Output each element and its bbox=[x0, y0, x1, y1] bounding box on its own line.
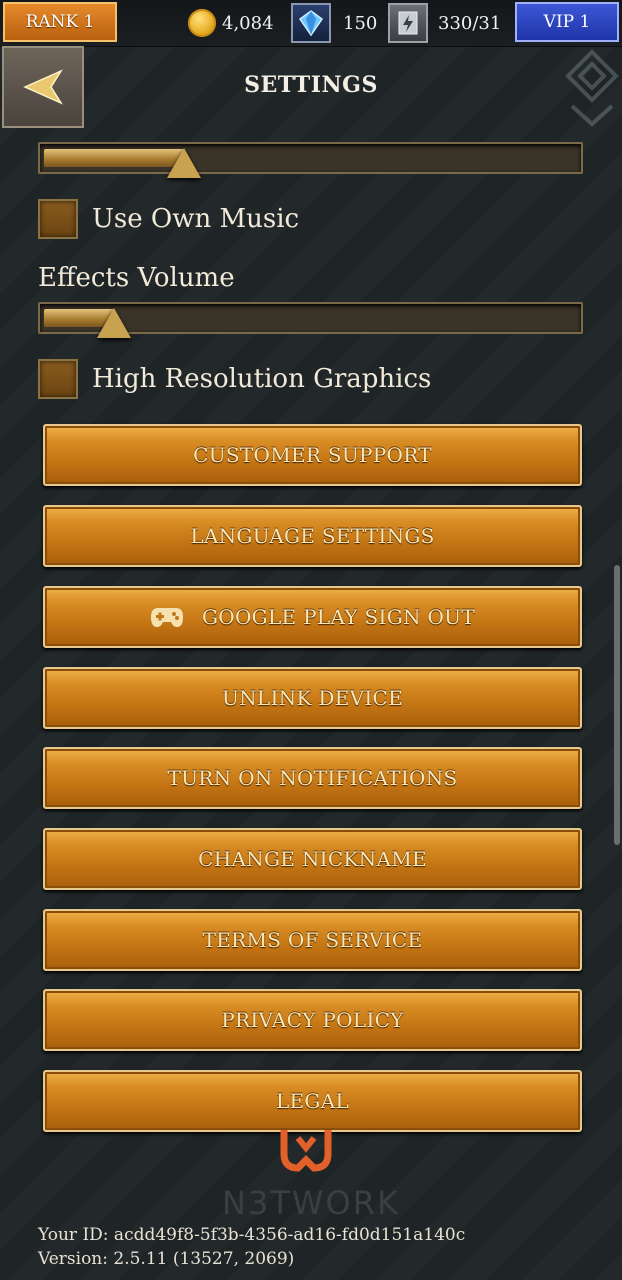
terms-of-service-button[interactable]: TERMS OF SERVICE bbox=[43, 909, 582, 971]
ornament-icon bbox=[565, 49, 619, 127]
effects-volume-label: Effects Volume bbox=[38, 263, 235, 293]
use-own-music-label: Use Own Music bbox=[92, 204, 300, 234]
effects-volume-slider[interactable] bbox=[38, 302, 583, 338]
use-own-music-option[interactable]: Use Own Music bbox=[38, 197, 299, 241]
privacy-policy-button[interactable]: PRIVACY POLICY bbox=[43, 989, 582, 1051]
button-label: TURN ON NOTIFICATIONS bbox=[167, 766, 458, 790]
button-label: CUSTOMER SUPPORT bbox=[193, 443, 432, 467]
energy-icon bbox=[388, 3, 428, 43]
gem-icon bbox=[291, 3, 331, 43]
user-id-text: Your ID: acdd49f8-5f3b-4356-ad16-fd0d151… bbox=[38, 1225, 466, 1245]
button-label: TERMS OF SERVICE bbox=[202, 928, 423, 952]
high-res-label: High Resolution Graphics bbox=[92, 364, 432, 394]
unlink-device-button[interactable]: UNLINK DEVICE bbox=[43, 667, 582, 729]
button-label: LANGUAGE SETTINGS bbox=[190, 524, 435, 548]
high-res-option[interactable]: High Resolution Graphics bbox=[38, 357, 431, 401]
gem-counter[interactable]: 150 bbox=[291, 0, 377, 46]
google-play-sign-out-button[interactable]: GOOGLE PLAY SIGN OUT bbox=[43, 586, 582, 648]
effects-volume-handle[interactable] bbox=[97, 308, 131, 338]
page-title: SETTINGS bbox=[244, 72, 378, 98]
high-res-checkbox[interactable] bbox=[38, 359, 78, 399]
scrollbar[interactable] bbox=[614, 565, 620, 845]
gem-value: 150 bbox=[343, 12, 378, 34]
n3twork-logo-icon bbox=[280, 1130, 332, 1172]
button-label: UNLINK DEVICE bbox=[221, 686, 404, 710]
energy-value: 330/31 bbox=[438, 12, 502, 34]
use-own-music-checkbox[interactable] bbox=[38, 199, 78, 239]
button-label: GOOGLE PLAY SIGN OUT bbox=[202, 605, 475, 629]
music-volume-handle[interactable] bbox=[167, 148, 201, 178]
gamepad-icon bbox=[151, 608, 184, 627]
button-label: LEGAL bbox=[275, 1089, 350, 1113]
change-nickname-button[interactable]: CHANGE NICKNAME bbox=[43, 828, 582, 890]
coin-value: 4,084 bbox=[222, 12, 274, 34]
energy-counter[interactable]: 330/31 bbox=[388, 0, 501, 46]
settings-header: SETTINGS bbox=[0, 46, 622, 128]
rank-label: RANK 1 bbox=[25, 12, 95, 32]
turn-on-notifications-button[interactable]: TURN ON NOTIFICATIONS bbox=[43, 747, 582, 809]
vip-label: VIP 1 bbox=[543, 12, 591, 32]
button-label: PRIVACY POLICY bbox=[221, 1008, 404, 1032]
coin-counter[interactable]: 4,084 bbox=[188, 0, 274, 46]
customer-support-button[interactable]: CUSTOMER SUPPORT bbox=[43, 424, 582, 486]
music-volume-slider[interactable] bbox=[38, 142, 583, 178]
vip-badge[interactable]: VIP 1 bbox=[515, 2, 619, 42]
version-text: Version: 2.5.11 (13527, 2069) bbox=[38, 1249, 295, 1269]
legal-button[interactable]: LEGAL bbox=[43, 1070, 582, 1132]
button-label: CHANGE NICKNAME bbox=[198, 847, 427, 871]
coin-icon bbox=[188, 9, 216, 37]
music-volume-fill bbox=[44, 149, 184, 167]
n3twork-wordmark: N3TWORK bbox=[222, 1184, 400, 1222]
rank-badge[interactable]: RANK 1 bbox=[3, 2, 117, 42]
language-settings-button[interactable]: LANGUAGE SETTINGS bbox=[43, 505, 582, 567]
top-status-bar: RANK 1 4,084 150 330/31 VIP 1 bbox=[0, 0, 622, 47]
